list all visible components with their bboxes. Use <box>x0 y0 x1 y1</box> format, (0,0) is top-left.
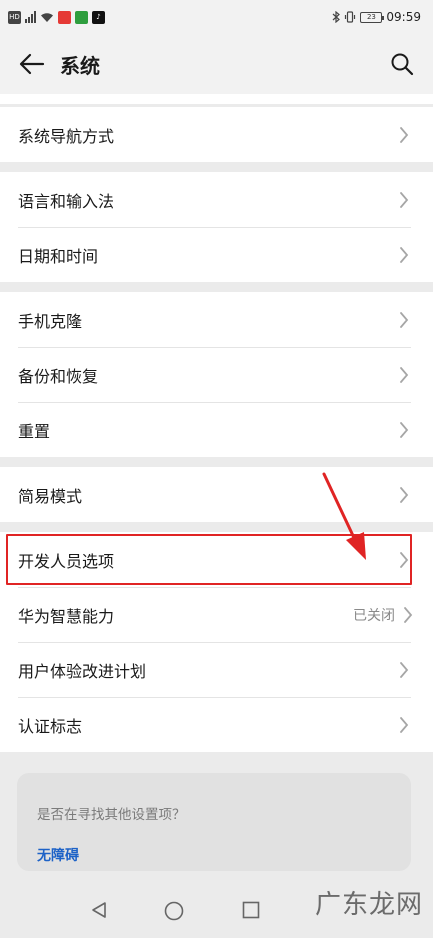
nav-back-button[interactable] <box>90 901 108 919</box>
setting-item-label: 用户体验改进计划 <box>18 661 147 681</box>
setting-item-value: 已关闭 <box>353 607 395 624</box>
card-prompt: 是否在寻找其他设置项？ <box>37 807 186 823</box>
back-arrow-icon <box>19 53 45 75</box>
nav-home-button[interactable] <box>164 901 184 921</box>
status-bar: HD ♪ 23 09:59 <box>0 0 433 34</box>
watermark-text: 广东龙网 <box>314 890 423 920</box>
status-left: HD ♪ <box>8 10 105 24</box>
chevron-right-icon <box>393 309 415 331</box>
settings-group-language: 语言和输入法 日期和时间 <box>0 172 433 282</box>
nav-recents-button[interactable] <box>242 901 260 919</box>
square-recents-icon <box>242 901 260 919</box>
wifi-icon <box>41 12 53 22</box>
annotation-arrow-icon <box>322 472 366 560</box>
setting-item-huawei-ai[interactable]: 华为智慧能力 已关闭 <box>0 587 433 642</box>
page-title: 系统 <box>60 53 100 78</box>
status-time: 09:59 <box>386 10 421 24</box>
chevron-right-icon <box>401 604 415 626</box>
chevron-right-icon <box>393 364 415 386</box>
setting-item-label: 认证标志 <box>18 716 83 736</box>
settings-group-backup: 手机克隆 备份和恢复 重置 <box>0 292 433 457</box>
chevron-right-icon <box>393 419 415 441</box>
settings-group-partial <box>0 94 433 104</box>
triangle-back-icon <box>92 902 106 918</box>
setting-item-ux-plan[interactable]: 用户体验改进计划 <box>0 642 433 697</box>
setting-item-clone[interactable]: 手机克隆 <box>0 292 433 347</box>
chevron-right-icon <box>393 244 415 266</box>
setting-item-label: 华为智慧能力 <box>18 606 115 626</box>
chevron-right-icon <box>393 714 415 736</box>
app-notification-icon-2 <box>75 10 88 24</box>
search-button[interactable] <box>385 47 419 81</box>
chevron-right-icon <box>393 549 415 571</box>
setting-item-label: 语言和输入法 <box>18 191 115 211</box>
app-bar: 系统 <box>0 34 433 94</box>
setting-item-language[interactable]: 语言和输入法 <box>0 172 433 227</box>
accessibility-link[interactable]: 无障碍 <box>37 845 79 865</box>
setting-item-navigation[interactable]: 系统导航方式 <box>0 107 433 162</box>
vibrate-icon <box>345 11 356 23</box>
setting-item-label: 日期和时间 <box>18 246 99 266</box>
setting-item-label: 重置 <box>18 421 51 441</box>
setting-item-label: 系统导航方式 <box>18 126 115 146</box>
setting-item-certification[interactable]: 认证标志 <box>0 697 433 752</box>
chevron-right-icon <box>393 124 415 146</box>
signal-icon <box>25 11 36 23</box>
setting-item-backup[interactable]: 备份和恢复 <box>0 347 433 402</box>
settings-group-navigation: 系统导航方式 <box>0 107 433 162</box>
setting-item-label: 备份和恢复 <box>18 366 99 386</box>
circle-home-icon <box>164 901 184 921</box>
back-button[interactable] <box>4 34 60 94</box>
hd-badge: HD <box>8 10 21 24</box>
setting-item-datetime[interactable]: 日期和时间 <box>0 227 433 282</box>
chevron-right-icon <box>393 484 415 506</box>
chevron-right-icon <box>393 659 415 681</box>
app-notification-icon <box>58 10 71 24</box>
search-icon <box>391 53 414 76</box>
status-right: 23 09:59 <box>332 10 421 24</box>
chevron-right-icon <box>393 189 415 211</box>
search-suggestion-card: 是否在寻找其他设置项？ 无障碍 <box>17 773 411 871</box>
setting-item-reset[interactable]: 重置 <box>0 402 433 457</box>
setting-item-label: 手机克隆 <box>18 311 83 331</box>
tiktok-icon: ♪ <box>92 10 105 24</box>
bluetooth-icon <box>333 11 341 23</box>
battery-icon: 23 <box>360 11 385 23</box>
